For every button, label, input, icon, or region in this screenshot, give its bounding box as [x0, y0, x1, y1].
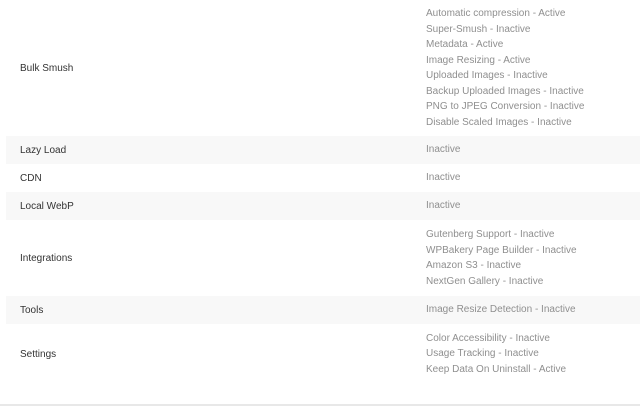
value-item: Inactive [426, 172, 461, 184]
table-row-bulk-smush: Bulk Smush Automatic compression - Activ… [6, 0, 640, 136]
value-item: Image Resizing - Active [426, 54, 531, 66]
value-item: Color Accessibility - Inactive [426, 332, 550, 344]
row-label: Local WebP [20, 200, 74, 212]
value-item: Amazon S3 - Inactive [426, 260, 522, 271]
settings-summary-table: Bulk Smush Automatic compression - Activ… [6, 0, 640, 384]
row-values: Gutenberg Support - Inactive WPBakery Pa… [426, 227, 577, 289]
value-item: Automatic compression - Active [426, 8, 566, 19]
bottom-divider [0, 404, 640, 406]
value-item: Disable Scaled Images - Inactive [426, 116, 572, 128]
value-item: Uploaded Images - Inactive [426, 70, 548, 81]
row-values: Inactive [426, 198, 460, 214]
value-item: WPBakery Page Builder - Inactive [426, 244, 577, 256]
row-values: Color Accessibility - Inactive Usage Tra… [426, 331, 566, 378]
row-label: CDN [20, 172, 42, 184]
row-label: Settings [20, 348, 57, 360]
table-row-settings: Settings Color Accessibility - Inactive … [6, 324, 640, 384]
row-values: Automatic compression - Active Super-Smu… [426, 6, 584, 130]
value-item: Inactive [426, 200, 461, 212]
row-label: Tools [20, 304, 44, 316]
value-item: Metadata - Active [426, 39, 504, 50]
row-values: Image Resize Detection - Inactive [426, 302, 576, 318]
row-values: Inactive [426, 142, 460, 158]
value-item: Super-Smush - Inactive [426, 23, 531, 35]
value-item: PNG to JPEG Conversion - Inactive [426, 101, 585, 112]
value-item: Inactive [426, 144, 461, 156]
row-label: Integrations [20, 252, 73, 264]
table-row-integrations: Integrations Gutenberg Support - Inactiv… [6, 220, 640, 296]
row-label: Lazy Load [20, 144, 67, 156]
value-item: Keep Data On Uninstall - Active [426, 363, 567, 375]
table-row-local-webp: Local WebP Inactive [6, 192, 640, 220]
row-label: Bulk Smush [20, 62, 74, 74]
value-item: Backup Uploaded Images - Inactive [426, 85, 584, 97]
value-item: Usage Tracking - Inactive [426, 348, 539, 360]
table-row-cdn: CDN Inactive [6, 164, 640, 192]
value-item: Gutenberg Support - Inactive [426, 229, 555, 240]
row-values: Inactive [426, 170, 460, 186]
table-row-tools: Tools Image Resize Detection - Inactive [6, 296, 640, 324]
table-row-lazy-load: Lazy Load Inactive [6, 136, 640, 164]
value-item: Image Resize Detection - Inactive [426, 304, 576, 316]
value-item: NextGen Gallery - Inactive [426, 275, 544, 287]
